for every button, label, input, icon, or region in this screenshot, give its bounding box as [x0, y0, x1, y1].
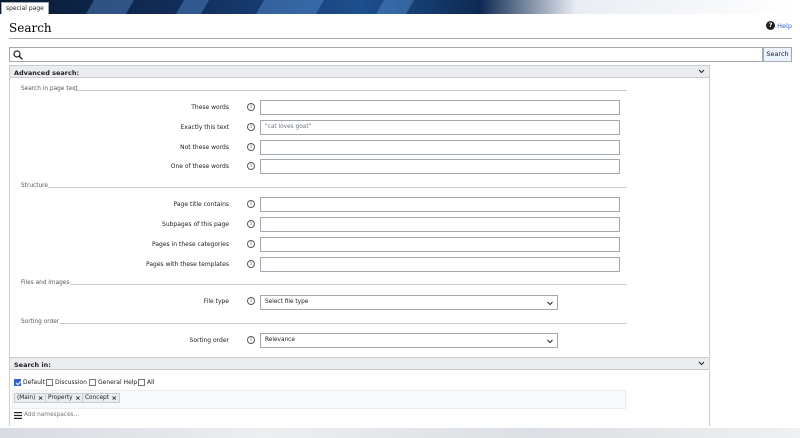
label-these-words: These words: [191, 104, 229, 111]
checkbox-all-box[interactable]: [138, 379, 145, 386]
label-one-of-these-words: One of these words: [170, 163, 229, 170]
namespace-chip-label: Concept: [85, 395, 109, 401]
namespace-chip[interactable]: Concept ×: [82, 393, 120, 403]
chevron-down-icon: [547, 301, 553, 306]
advanced-search-header[interactable]: Advanced search:: [9, 65, 710, 78]
one-of-these-words-input[interactable]: [260, 159, 620, 174]
label-page-title-contains: Page title contains: [173, 201, 229, 208]
info-icon[interactable]: i: [247, 162, 255, 170]
info-icon[interactable]: i: [247, 260, 255, 268]
subpages-input[interactable]: [260, 217, 620, 232]
categories-input[interactable]: [260, 237, 620, 252]
info-icon[interactable]: i: [247, 123, 255, 131]
search-in-header[interactable]: Search in:: [9, 357, 710, 370]
remove-x-icon[interactable]: ×: [75, 394, 80, 402]
chevron-down-icon[interactable]: [697, 66, 706, 77]
templates-input[interactable]: [260, 257, 620, 272]
footer-strip: [0, 428, 800, 438]
sorting-order-select[interactable]: Relevance: [260, 333, 558, 348]
add-namespaces-input[interactable]: Add namespaces...: [12, 408, 626, 421]
page-title: Search: [9, 21, 52, 35]
tab-special-page[interactable]: special page: [1, 2, 49, 14]
search-button[interactable]: Search: [763, 47, 792, 62]
menu-icon[interactable]: [14, 412, 22, 419]
not-these-words-input[interactable]: [260, 140, 620, 155]
info-icon[interactable]: i: [247, 240, 255, 248]
info-icon[interactable]: i: [247, 220, 255, 228]
legend-files-images: Files and images: [21, 280, 70, 286]
checkbox-all-label[interactable]: All: [147, 379, 154, 386]
namespace-chip-label: Property: [48, 395, 73, 401]
checkbox-discussion-label[interactable]: Discussion: [55, 379, 87, 386]
namespace-chip-label: (Main): [17, 395, 36, 401]
help-icon[interactable]: ?: [766, 21, 776, 30]
chevron-down-icon[interactable]: [697, 358, 706, 369]
file-type-select[interactable]: Select file type: [260, 295, 558, 310]
label-file-type: File type: [203, 298, 229, 305]
search-in-label: Search in:: [14, 360, 51, 369]
magnifier-icon: [13, 50, 23, 60]
namespace-chip[interactable]: (Main) ×: [14, 393, 47, 403]
label-exact-text: Exactly this text: [180, 124, 230, 131]
exact-text-input[interactable]: "cat loves goat": [260, 120, 620, 135]
search-input[interactable]: [9, 47, 763, 62]
remove-x-icon[interactable]: ×: [38, 394, 43, 402]
label-templates: Pages with these templates: [146, 261, 229, 268]
checkbox-general-help[interactable]: General Help: [89, 379, 137, 386]
checkbox-default-label[interactable]: Default: [23, 379, 45, 386]
file-type-value: Select file type: [265, 299, 309, 305]
advanced-search-label: Advanced search:: [14, 68, 80, 77]
add-namespaces-placeholder: Add namespaces...: [24, 412, 80, 418]
remove-x-icon[interactable]: ×: [112, 394, 117, 402]
checkbox-default[interactable]: Default: [14, 379, 45, 386]
label-sorting-order: Sorting order: [189, 337, 229, 344]
title-divider: [9, 38, 792, 39]
checkbox-default-box[interactable]: [14, 379, 21, 386]
checkbox-general-help-box[interactable]: [89, 379, 96, 386]
help-link[interactable]: ? Help: [766, 21, 792, 30]
help-label[interactable]: Help: [777, 22, 792, 30]
sorting-order-value: Relevance: [265, 337, 295, 343]
label-categories: Pages in these categories: [152, 241, 229, 248]
info-icon[interactable]: i: [247, 103, 255, 111]
checkbox-all[interactable]: All: [138, 379, 154, 386]
checkbox-general-help-label[interactable]: General Help: [98, 379, 137, 386]
label-subpages: Subpages of this page: [162, 221, 229, 228]
info-icon[interactable]: i: [247, 297, 255, 305]
label-not-these-words: Not these words: [180, 144, 229, 151]
namespace-chip[interactable]: Property ×: [45, 393, 84, 403]
legend-sorting-order: Sorting order: [21, 319, 60, 325]
legend-page-text: Search in page text: [21, 86, 78, 92]
chevron-down-icon: [547, 339, 553, 344]
header-banner: special page: [0, 0, 800, 14]
checkbox-discussion[interactable]: Discussion: [46, 379, 87, 386]
these-words-input[interactable]: [260, 100, 620, 115]
checkbox-discussion-box[interactable]: [46, 379, 53, 386]
legend-structure: Structure: [21, 183, 48, 189]
info-icon[interactable]: i: [247, 143, 255, 151]
info-icon[interactable]: i: [247, 200, 255, 208]
page-title-contains-input[interactable]: [260, 197, 620, 212]
info-icon[interactable]: i: [247, 336, 255, 344]
